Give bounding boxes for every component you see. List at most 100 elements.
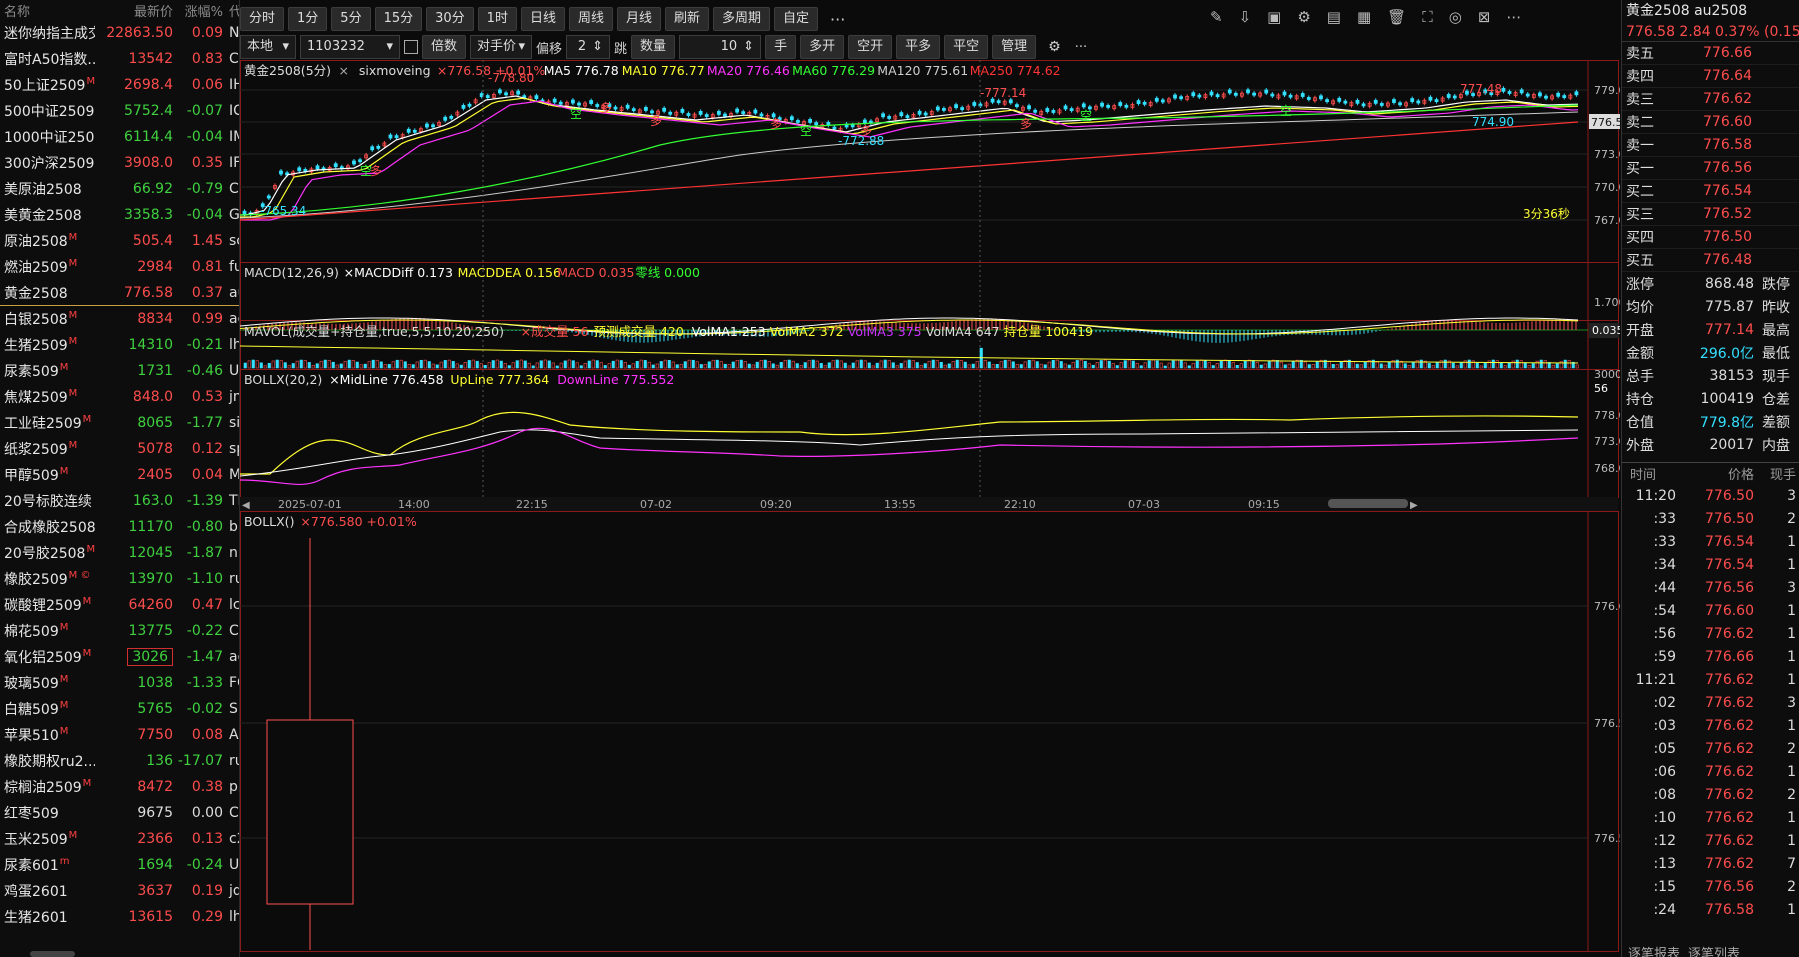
watchlist-row[interactable]: 20号标胶连续 163.0 -1.39 TF bbox=[0, 488, 239, 514]
header-price[interactable]: 最新价 bbox=[95, 1, 177, 20]
account-number-select[interactable]: 1103232 ▾ bbox=[300, 35, 400, 59]
header-change[interactable]: 涨幅% bbox=[177, 1, 223, 20]
watchlist-row[interactable]: 玉米2509M 2366 0.13 c2 bbox=[0, 826, 239, 852]
bottom-panel[interactable] bbox=[240, 511, 1619, 952]
watchlist-row[interactable]: 工业硅2509M 8065 -1.77 si bbox=[0, 410, 239, 436]
period-button[interactable]: 多周期 bbox=[713, 7, 771, 31]
ask-level[interactable]: 卖五 776.66 bbox=[1622, 42, 1799, 65]
close-icon[interactable]: ⊠ bbox=[1478, 8, 1491, 26]
watchlist-row[interactable]: 白银2508M 8834 0.99 ag bbox=[0, 306, 239, 332]
trade-action-button[interactable]: 多开 bbox=[800, 35, 845, 59]
watchlist-row[interactable]: 尿素509M 1731 -0.46 UI bbox=[0, 358, 239, 384]
watchlist-row[interactable]: 生猪2509M 14310 -0.21 lh bbox=[0, 332, 239, 358]
bid-level[interactable]: 买五 776.48 bbox=[1622, 249, 1799, 272]
bid-level[interactable]: 买三 776.52 bbox=[1622, 203, 1799, 226]
fullscreen-icon[interactable]: ⛶ bbox=[1422, 8, 1433, 26]
ask-level[interactable]: 卖四 776.64 bbox=[1622, 65, 1799, 88]
multiplier-checkbox[interactable] bbox=[404, 40, 418, 54]
more-icon[interactable]: ··· bbox=[830, 10, 845, 29]
period-button[interactable]: 日线 bbox=[520, 7, 565, 31]
watchlist-row[interactable]: 500中证2509V 5752.4 -0.07 IC bbox=[0, 98, 239, 124]
watchlist-row[interactable]: 氧化铝2509M 3026 -1.47 ao bbox=[0, 644, 239, 670]
watchlist-row[interactable]: 玻璃509M 1038 -1.33 FC bbox=[0, 670, 239, 696]
period-button[interactable]: 周线 bbox=[568, 7, 613, 31]
watchlist-row[interactable]: 焦煤2509M 848.0 0.53 jm bbox=[0, 384, 239, 410]
bid-level[interactable]: 买四 776.50 bbox=[1622, 226, 1799, 249]
watchlist-row[interactable]: 美原油2508 66.92 -0.79 CI bbox=[0, 176, 239, 202]
watchlist-row[interactable]: 苹果510M 7750 0.08 AI bbox=[0, 722, 239, 748]
header-name[interactable]: 名称 bbox=[0, 1, 95, 20]
chart-canvas[interactable]: 779.00 776.58 773.00 770.00 767.00 黄金2508(5分)… bbox=[240, 60, 1620, 957]
period-button[interactable]: 1分 bbox=[288, 7, 328, 31]
watchlist-row[interactable]: 橡胶2509M © 13970 -1.10 ru bbox=[0, 566, 239, 592]
download-icon[interactable]: ⇩ bbox=[1239, 8, 1252, 26]
watchlist-row[interactable]: 1000中证2509 6114.4 -0.04 IM bbox=[0, 124, 239, 150]
watchlist-row[interactable]: 燃油2509M 2984 0.81 fu bbox=[0, 254, 239, 280]
watchlist-row[interactable]: 合成橡胶2508V 11170 -0.80 br bbox=[0, 514, 239, 540]
period-button[interactable]: 5分 bbox=[331, 7, 371, 31]
quantity-input[interactable]: 10 ⇕ bbox=[679, 35, 762, 59]
ask-level[interactable]: 卖一 776.58 bbox=[1622, 134, 1799, 157]
watchlist-row[interactable]: 富时A50指数... 13542 0.83 CI bbox=[0, 46, 239, 72]
trade-action-button[interactable]: 平多 bbox=[896, 35, 941, 59]
watchlist-row[interactable]: 棉花509M 13775 -0.22 CI bbox=[0, 618, 239, 644]
bid-level[interactable]: 买一 776.56 bbox=[1622, 157, 1799, 180]
trash-icon[interactable]: 🗑 bbox=[1387, 8, 1406, 26]
watchlist-row[interactable]: 美黄金2508 3358.3 -0.04 G bbox=[0, 202, 239, 228]
watchlist-row[interactable]: 橡胶期权ru2... 136-17.07 ru bbox=[0, 748, 239, 774]
watchlist-row[interactable]: 碳酸锂2509M 64260 0.47 lc bbox=[0, 592, 239, 618]
watchlist-scrollbar[interactable] bbox=[30, 951, 75, 957]
watchlist-row[interactable]: 迷你纳指主成交 22863.50 0.09 N bbox=[0, 20, 239, 46]
chart-area[interactable]: 779.00 776.58 773.00 770.00 767.00 黄金2508(5分)… bbox=[240, 60, 1620, 957]
header-code[interactable]: 代 bbox=[223, 1, 239, 20]
period-button[interactable]: 自定 bbox=[774, 7, 819, 31]
period-button[interactable]: 30分 bbox=[426, 7, 474, 31]
boll-panel[interactable] bbox=[240, 369, 1619, 498]
watchlist-row[interactable]: 300沪深2509V 3908.0 0.35 IF bbox=[0, 150, 239, 176]
price-panel[interactable] bbox=[240, 60, 1619, 263]
more-icon[interactable]: ⋯ bbox=[1506, 8, 1521, 26]
hand-button[interactable]: 手 bbox=[765, 35, 797, 59]
trade-action-button[interactable]: 管理 bbox=[992, 35, 1037, 59]
offset-input[interactable]: 2 ⇕ bbox=[566, 35, 611, 59]
ticks-tab[interactable]: 逐笔列表 bbox=[1688, 943, 1740, 957]
quantity-button[interactable]: 数量 bbox=[631, 35, 676, 59]
account-select[interactable]: 本地 ▾ bbox=[240, 35, 296, 59]
watchlist-row[interactable]: 棕榈油2509M 8472 0.38 p2 bbox=[0, 774, 239, 800]
image-icon[interactable]: ▣ bbox=[1267, 8, 1281, 26]
watchlist-row[interactable]: 甲醇509M 2405 0.04 M bbox=[0, 462, 239, 488]
ask-level[interactable]: 卖二 776.60 bbox=[1622, 111, 1799, 134]
watchlist-row[interactable]: 20号胶2508M 12045 -1.87 nr bbox=[0, 540, 239, 566]
watchlist-row[interactable]: 50上证2509M 2698.4 0.06 IH bbox=[0, 72, 239, 98]
watchlist-row[interactable]: 白糖509M 5765 -0.02 SF bbox=[0, 696, 239, 722]
multiplier-button[interactable]: 倍数 bbox=[422, 35, 467, 59]
watchlist-row[interactable]: 原油2508M 505.4 1.45 sc bbox=[0, 228, 239, 254]
trade-action-button[interactable]: 空开 bbox=[848, 35, 893, 59]
period-button[interactable]: 1时 bbox=[477, 7, 517, 31]
settings-icon[interactable]: ⚙ bbox=[1048, 39, 1061, 55]
period-button[interactable]: 月线 bbox=[616, 7, 661, 31]
period-button[interactable]: 分时 bbox=[240, 7, 285, 31]
scroll-right-icon[interactable]: ▶ bbox=[1410, 500, 1418, 511]
more-icon[interactable]: ··· bbox=[1075, 40, 1087, 55]
draw-icon[interactable]: ✎ bbox=[1210, 8, 1223, 26]
watchlist-row[interactable]: 尿素601m 1694 -0.24 UI bbox=[0, 852, 239, 878]
ask-level[interactable]: 卖三 776.62 bbox=[1622, 88, 1799, 111]
settings-icon[interactable]: ⚙ bbox=[1297, 8, 1310, 26]
time-scrollbar[interactable] bbox=[1328, 499, 1408, 508]
watchlist-row[interactable]: 纸浆2509M 5078 0.12 sp bbox=[0, 436, 239, 462]
bid-level[interactable]: 买二 776.54 bbox=[1622, 180, 1799, 203]
period-button[interactable]: 15分 bbox=[374, 7, 423, 31]
watchlist-row[interactable]: 红枣509 9675 0.00 C. bbox=[0, 800, 239, 826]
ticks-tab[interactable]: 逐笔报表 bbox=[1628, 943, 1680, 957]
period-button[interactable]: 刷新 bbox=[665, 7, 710, 31]
watchlist-row[interactable]: 生猪2601 13615 0.29 lh bbox=[0, 904, 239, 930]
watchlist-row[interactable]: 鸡蛋2601 3637 0.19 jd bbox=[0, 878, 239, 904]
trade-action-button[interactable]: 平空 bbox=[944, 35, 989, 59]
scroll-left-icon[interactable]: ◀ bbox=[242, 500, 250, 511]
watchlist-row[interactable]: 黄金2508 776.58 0.37 au bbox=[0, 280, 239, 306]
price-mode-select[interactable]: 对手价 ▾ bbox=[470, 35, 533, 59]
layout-icon[interactable]: ▤ bbox=[1327, 8, 1341, 26]
grid-icon[interactable]: ▦ bbox=[1357, 8, 1371, 26]
target-icon[interactable]: ◎ bbox=[1449, 8, 1462, 26]
